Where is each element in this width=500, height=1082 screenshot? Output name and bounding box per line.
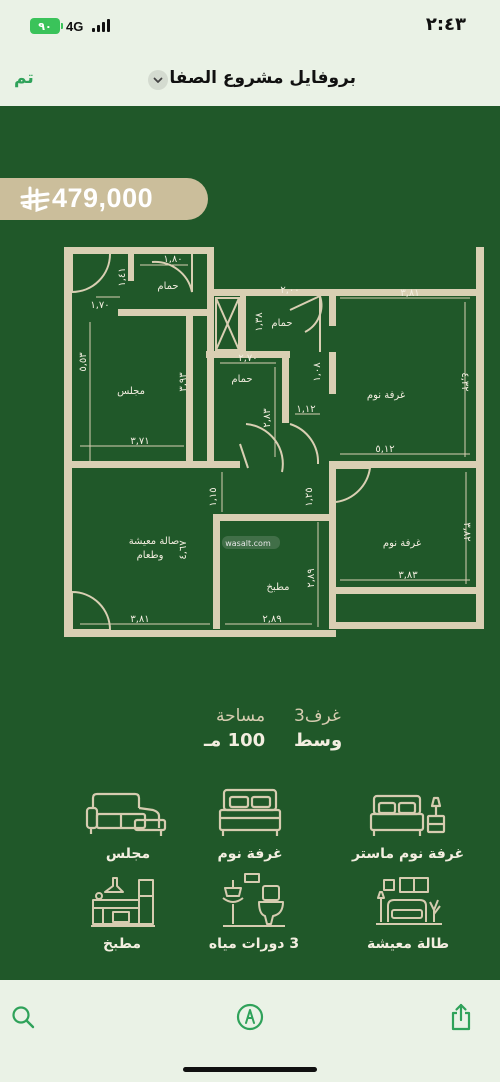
room-label-bath-1: حمام <box>157 281 178 292</box>
search-icon <box>12 1006 35 1029</box>
dimension-label: ١,٧٠ <box>90 300 109 311</box>
done-button[interactable]: تم <box>14 68 34 88</box>
bottom-toolbar <box>0 980 500 1082</box>
feature-living-room: طالة معيشة <box>338 876 478 952</box>
price-tag: 479,000 <box>0 178 208 220</box>
feature-bedroom: غرفة نوم <box>180 786 320 862</box>
room-label-living: صالة معيشة <box>129 536 180 547</box>
listing-image: 479,000 حمام مجلس حمام حمام غرفة نوم غرف… <box>0 106 500 980</box>
sofa-icon <box>85 792 167 836</box>
room-label-bedroom-2: غرفة نوم <box>383 538 421 549</box>
watermark: wasalt.com <box>222 536 280 549</box>
area-label: مساحة <box>216 706 266 726</box>
room-label-bath-2: حمام <box>271 318 292 329</box>
dimension-label: ٣,٩٣ <box>178 372 189 392</box>
listing-summary: غرف3 مساحة وسط 100 مـ <box>0 706 500 762</box>
chevron-down-icon <box>153 77 163 83</box>
share-icon <box>451 1003 471 1031</box>
markup-icon <box>236 1003 264 1031</box>
dimension-label: ٢,٨٩ <box>306 568 317 587</box>
battery-level: ٩٠ <box>38 19 52 33</box>
dimension-label: ١,٠٨ <box>312 362 323 382</box>
dimension-label: ١,١٥ <box>208 487 219 506</box>
room-count: غرف3 <box>294 706 341 726</box>
dimension-label: ٣,٨١ <box>130 614 149 625</box>
dimension-label: ٣,٨١ <box>400 288 419 299</box>
markup-button[interactable] <box>233 1000 267 1034</box>
dimension-label: ١,٢٥ <box>304 487 315 506</box>
dimension-label: ٤,٣٢ <box>459 372 470 391</box>
watermark-text: wasalt.com <box>225 539 271 548</box>
room-label-bath-3: حمام <box>231 374 252 385</box>
feature-kitchen: مطبخ <box>52 872 192 952</box>
dimension-label: ٢,٨٩ <box>262 614 281 625</box>
room-label-dining: وطعام <box>137 550 164 561</box>
area-value: 100 مـ <box>204 730 266 751</box>
dimension-label: ٥,٥٣ <box>78 352 89 372</box>
home-indicator[interactable] <box>183 1067 317 1072</box>
feature-majlis: مجلس <box>58 790 198 862</box>
status-bar: ٩٠ 4G ٢:٤٣ <box>0 0 500 56</box>
feature-label: مجلس <box>105 846 151 862</box>
bed-icon <box>218 788 282 836</box>
search-button[interactable] <box>6 1000 40 1034</box>
feature-master-bedroom: غرفة نوم ماستر <box>338 792 478 862</box>
document-title: بروفايل مشروع الصفا <box>169 68 356 88</box>
dimension-label: ١,١٢ <box>296 404 315 415</box>
battery-indicator: ٩٠ <box>30 18 63 34</box>
title-menu-button[interactable] <box>148 70 168 90</box>
dimension-label: ٢,٠٠ <box>280 285 299 296</box>
dimension-label: ١,٣٨ <box>254 312 265 332</box>
signal-icon <box>92 19 110 32</box>
feature-label: طالة معيشة <box>366 936 450 952</box>
dimension-label: ٣,٧١ <box>130 436 149 447</box>
room-label-majlis: مجلس <box>117 386 145 397</box>
status-time: ٢:٤٣ <box>425 14 466 35</box>
dimension-label: ٢,٨٣ <box>262 408 273 428</box>
dimension-label: ١,٤١ <box>117 267 128 286</box>
feature-label: غرفة نوم <box>217 846 283 862</box>
kitchen-icon <box>91 877 155 927</box>
master-bedroom-icon <box>369 794 446 836</box>
riyal-icon <box>20 186 50 212</box>
floor-plan: حمام مجلس حمام حمام غرفة نوم غرفة نوم صا… <box>64 247 484 637</box>
navigation-bar: تم بروفايل مشروع الصفا <box>0 56 500 106</box>
feature-label: غرفة نوم ماستر <box>351 846 465 862</box>
bathroom-icon <box>222 873 285 927</box>
dimension-label: ٣,٨٢ <box>461 522 472 541</box>
feature-label: مطبخ <box>102 936 142 952</box>
room-label-kitchen: مطبخ <box>266 582 289 593</box>
unit-position: وسط <box>294 730 343 751</box>
price-value: 479,000 <box>52 183 154 213</box>
share-button[interactable] <box>444 1000 478 1034</box>
dimension-label: ٢,٧٠ <box>238 353 257 364</box>
dimension-label: ٥,١٢ <box>375 444 394 455</box>
dimension-label: ٤,٦٧ <box>178 540 189 560</box>
feature-label: 3 دورات مياه <box>208 936 300 952</box>
dimension-label: ٣,٨٣ <box>398 570 418 581</box>
room-label-bedroom-1: غرفة نوم <box>367 390 405 401</box>
network-type: 4G <box>66 19 84 34</box>
feature-bathrooms: 3 دورات مياه <box>184 872 324 952</box>
dimension-label: ١,٨٠ <box>163 254 182 265</box>
living-room-icon <box>376 877 442 925</box>
